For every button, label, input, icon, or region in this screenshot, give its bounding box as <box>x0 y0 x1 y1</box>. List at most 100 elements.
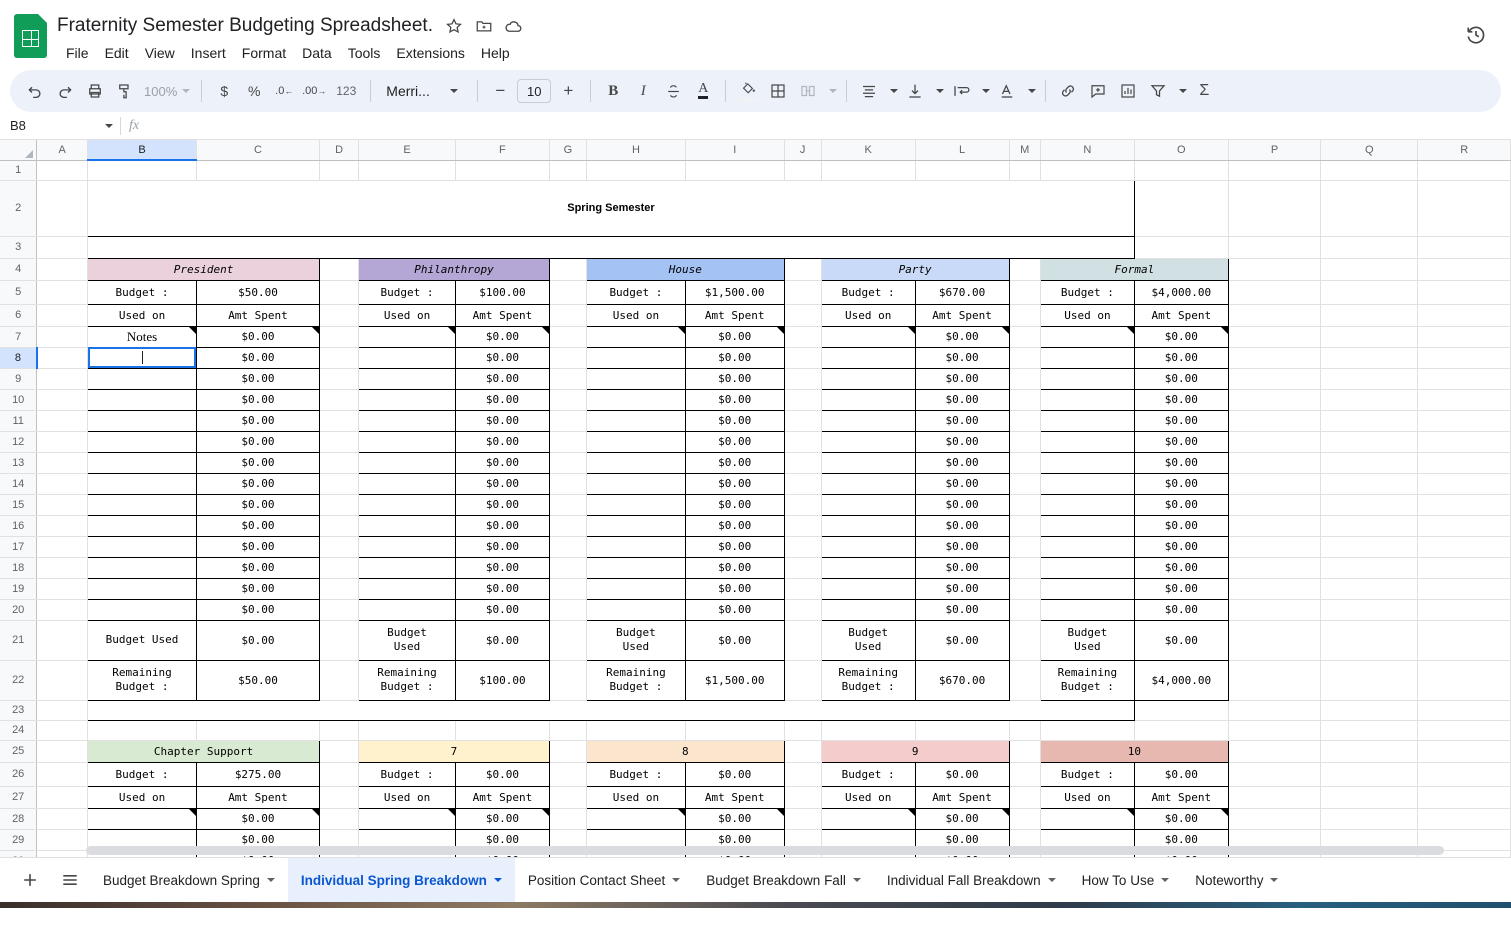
used-on-entry[interactable] <box>821 347 915 368</box>
grid-cell[interactable] <box>549 473 586 494</box>
grid-cell[interactable] <box>784 347 821 368</box>
column-header-J[interactable]: J <box>784 140 821 160</box>
used-on-entry[interactable] <box>359 431 456 452</box>
grid-cell[interactable] <box>1228 494 1320 515</box>
menu-edit[interactable]: Edit <box>97 41 137 65</box>
grid-cell[interactable] <box>549 536 586 557</box>
budget-used-value[interactable]: $0.00 <box>685 620 784 660</box>
amt-spent-entry[interactable]: $0.00 <box>1134 599 1228 620</box>
section-header-philanthropy[interactable]: Philanthropy <box>359 258 550 280</box>
column-header-M[interactable]: M <box>1009 140 1040 160</box>
amt-spent-entry[interactable]: $0.00 <box>455 599 549 620</box>
amt-spent-entry[interactable]: $0.00 <box>1134 557 1228 578</box>
grid-cell[interactable] <box>1009 347 1040 368</box>
grid-cell[interactable] <box>1418 599 1511 620</box>
grid-cell[interactable] <box>320 473 359 494</box>
row-header-7[interactable]: 7 <box>0 326 37 347</box>
budget-label[interactable]: Budget : <box>359 280 456 304</box>
row-header-12[interactable]: 12 <box>0 431 37 452</box>
grid-cell[interactable] <box>320 326 359 347</box>
text-wrap-icon[interactable] <box>946 76 976 106</box>
column-header-I[interactable]: I <box>685 140 784 160</box>
grid-cell[interactable] <box>1009 762 1040 786</box>
grid-cell[interactable] <box>1321 410 1418 431</box>
used-on-entry[interactable] <box>1040 578 1134 599</box>
grid-cell[interactable] <box>1009 410 1040 431</box>
used-on-entry[interactable] <box>1040 389 1134 410</box>
used-on-entry[interactable] <box>359 347 456 368</box>
grid-cell[interactable] <box>1040 720 1134 740</box>
amt-spent-entry[interactable]: $0.00 <box>455 347 549 368</box>
grid-cell[interactable] <box>549 280 586 304</box>
amt-spent-entry[interactable]: $0.00 <box>455 494 549 515</box>
amt-spent-entry[interactable]: $0.00 <box>915 368 1009 389</box>
amt-spent-entry[interactable]: $0.00 <box>915 808 1009 829</box>
column-header-A[interactable]: A <box>37 140 88 160</box>
budget-label[interactable]: Budget : <box>88 762 197 786</box>
grid-cell[interactable] <box>549 660 586 700</box>
grid-cell[interactable] <box>549 431 586 452</box>
amt-spent-entry[interactable]: $0.00 <box>1134 431 1228 452</box>
star-icon[interactable] <box>439 12 469 40</box>
sheet-table[interactable]: ABCDEFGHIJKLMNOPQR12Spring Semester34Pre… <box>0 140 1511 857</box>
amt-spent-entry[interactable]: $0.00 <box>196 578 319 599</box>
grid-cell[interactable] <box>1228 368 1320 389</box>
grid-cell[interactable] <box>320 557 359 578</box>
used-on-entry[interactable] <box>88 578 197 599</box>
amt-spent-entry[interactable]: $0.00 <box>915 494 1009 515</box>
amt-spent-entry[interactable]: $0.00 <box>455 536 549 557</box>
used-on-entry[interactable] <box>88 494 197 515</box>
grid-cell[interactable] <box>196 720 319 740</box>
amt-spent-entry[interactable]: $0.00 <box>196 494 319 515</box>
amt-spent-entry[interactable]: $0.00 <box>685 494 784 515</box>
used-on-entry[interactable] <box>359 368 456 389</box>
section-header-7[interactable]: 7 <box>359 740 550 762</box>
grid-cell[interactable] <box>320 740 359 762</box>
grid-cell[interactable] <box>784 515 821 536</box>
grid-cell[interactable] <box>1228 762 1320 786</box>
amt-spent-entry[interactable]: $0.00 <box>455 326 549 347</box>
used-on-entry[interactable] <box>821 389 915 410</box>
used-on-entry[interactable] <box>1040 452 1134 473</box>
amt-spent-entry[interactable]: $0.00 <box>196 410 319 431</box>
grid-cell[interactable] <box>1418 452 1511 473</box>
row-header-1[interactable]: 1 <box>0 160 37 180</box>
section-header-9[interactable]: 9 <box>821 740 1009 762</box>
grid-cell[interactable] <box>1134 700 1228 720</box>
used-on-entry[interactable] <box>1040 431 1134 452</box>
used-on-entry[interactable] <box>359 473 456 494</box>
amt-spent-entry[interactable]: $0.00 <box>915 536 1009 557</box>
horizontal-align-icon[interactable] <box>854 76 884 106</box>
budget-value[interactable]: $275.00 <box>196 762 319 786</box>
currency-format-button[interactable]: $ <box>209 76 239 106</box>
used-on-entry[interactable] <box>88 515 197 536</box>
amt-spent-entry[interactable]: $0.00 <box>196 808 319 829</box>
grid-cell[interactable] <box>1228 599 1320 620</box>
row-header-17[interactable]: 17 <box>0 536 37 557</box>
grid-cell[interactable] <box>549 452 586 473</box>
grid-cell[interactable] <box>1418 720 1511 740</box>
grid-cell[interactable] <box>1321 180 1418 236</box>
grid-cell[interactable] <box>1228 347 1320 368</box>
name-box[interactable]: B8 <box>0 118 96 133</box>
row-header-19[interactable]: 19 <box>0 578 37 599</box>
amt-spent-entry[interactable]: $0.00 <box>455 808 549 829</box>
budget-used-value[interactable]: $0.00 <box>1134 620 1228 660</box>
row-header-13[interactable]: 13 <box>0 452 37 473</box>
grid-cell[interactable] <box>549 762 586 786</box>
amt-spent-entry[interactable]: $0.00 <box>1134 536 1228 557</box>
grid-cell[interactable] <box>549 494 586 515</box>
select-all-corner[interactable] <box>0 140 37 160</box>
budget-label[interactable]: Budget : <box>587 762 686 786</box>
grid-cell[interactable] <box>320 762 359 786</box>
grid-cell[interactable] <box>784 536 821 557</box>
amt-spent-entry[interactable]: $0.00 <box>1134 452 1228 473</box>
used-on-entry[interactable] <box>1040 347 1134 368</box>
grid-cell[interactable] <box>1321 280 1418 304</box>
amt-spent-entry[interactable]: $0.00 <box>685 326 784 347</box>
grid-cell[interactable] <box>1418 473 1511 494</box>
all-sheets-icon[interactable] <box>50 861 90 899</box>
budget-value[interactable]: $0.00 <box>1134 762 1228 786</box>
grid-cell[interactable] <box>1321 762 1418 786</box>
menu-view[interactable]: View <box>137 41 183 65</box>
